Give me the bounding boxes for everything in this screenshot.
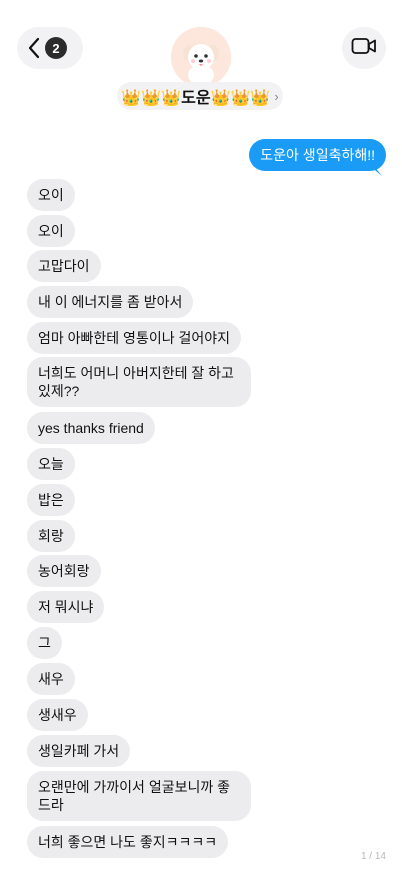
- received-message-bubble[interactable]: 그: [27, 627, 62, 659]
- chat-screen: 2 👑👑👑도운👑👑👑 › 도운아 생일축하해!! 오이 오이 고맙다이 내 이 …: [0, 0, 402, 874]
- received-message-bubble[interactable]: 저 뭐시냐: [27, 591, 105, 623]
- received-message-bubble[interactable]: 새우: [27, 663, 75, 695]
- received-message-bubble[interactable]: 회랑: [27, 520, 75, 552]
- received-message-bubble[interactable]: 너희 좋으면 나도 좋지ㅋㅋㅋㅋ: [27, 826, 229, 858]
- received-message-bubble[interactable]: 엄마 아빠한테 영통이나 걸어야지: [27, 322, 241, 354]
- sent-message-bubble[interactable]: 도운아 생일축하해!!: [249, 139, 386, 171]
- received-message-bubble[interactable]: 농어회랑: [27, 555, 101, 587]
- received-message-bubble[interactable]: 밥은: [27, 484, 75, 516]
- sent-bubble-tail: [370, 166, 382, 176]
- page-indicator: 1 / 14: [360, 851, 386, 862]
- received-message-bubble[interactable]: 생일카페 가서: [27, 735, 131, 767]
- received-message-bubble[interactable]: 오늘: [27, 448, 75, 480]
- received-message-bubble[interactable]: yes thanks friend: [27, 412, 155, 444]
- received-message-bubble[interactable]: 고맙다이: [27, 250, 101, 282]
- received-message-bubble[interactable]: 생새우: [27, 699, 88, 731]
- received-message-bubble[interactable]: 오이: [27, 179, 75, 211]
- received-message-bubble[interactable]: 오랜만에 가까이서 얼굴보니까 좋드라: [27, 771, 251, 821]
- received-message-bubble[interactable]: 너희도 어머니 아버지한테 잘 하고 있제??: [27, 357, 251, 407]
- received-message-bubble[interactable]: 오이: [27, 215, 75, 247]
- received-message-bubble[interactable]: 내 이 에너지를 좀 받아서: [27, 286, 194, 318]
- message-list[interactable]: 도운아 생일축하해!! 오이 오이 고맙다이 내 이 에너지를 좀 받아서 엄마…: [0, 0, 402, 874]
